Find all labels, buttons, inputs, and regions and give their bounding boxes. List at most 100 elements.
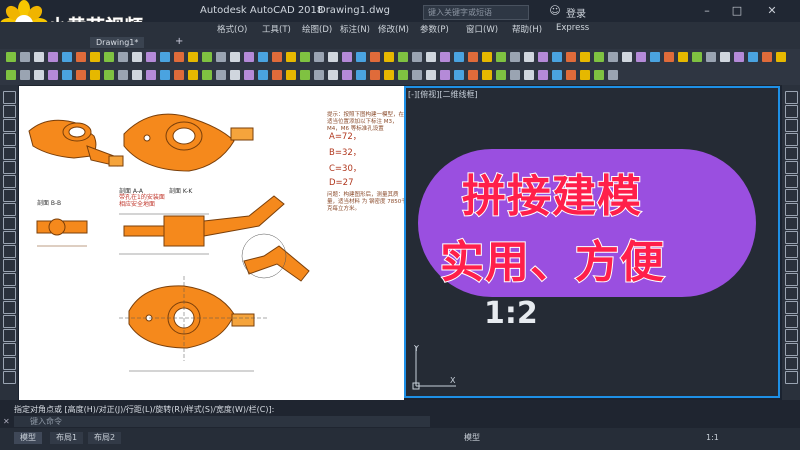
- toolbar-tool-icon[interactable]: [482, 52, 492, 62]
- toolbar-tool-icon[interactable]: [258, 52, 268, 62]
- user-icon[interactable]: ☺: [548, 4, 562, 18]
- menu-format[interactable]: 格式(O): [217, 23, 247, 35]
- toolbar-tool-icon[interactable]: [76, 70, 86, 80]
- toolbar-tool-icon[interactable]: [132, 52, 142, 62]
- menu-tools[interactable]: 工具(T): [262, 23, 291, 35]
- toolbar-tool-icon[interactable]: [118, 52, 128, 62]
- toolbar-tool-icon[interactable]: [314, 52, 324, 62]
- toolbar-tool-icon[interactable]: [202, 70, 212, 80]
- toolbar-tool-icon[interactable]: [510, 52, 520, 62]
- toolbar-tool-icon[interactable]: [412, 70, 422, 80]
- toolbar-tool-icon[interactable]: [328, 70, 338, 80]
- toolbar-tool-icon[interactable]: [188, 52, 198, 62]
- toolbar-tool-icon[interactable]: [230, 70, 240, 80]
- toolbar-tool-icon[interactable]: [356, 70, 366, 80]
- toolbar-tool-icon[interactable]: [538, 70, 548, 80]
- login-button[interactable]: 登录: [566, 5, 586, 20]
- toolbar-tool-icon[interactable]: [762, 52, 772, 62]
- draw-tool-icon[interactable]: [785, 91, 798, 104]
- draw-tool-icon[interactable]: [785, 357, 798, 370]
- toolbar-tool-icon[interactable]: [230, 52, 240, 62]
- toolbar-tool-icon[interactable]: [286, 52, 296, 62]
- draw-tool-icon[interactable]: [785, 315, 798, 328]
- toolbar-tool-icon[interactable]: [706, 52, 716, 62]
- command-input[interactable]: 键入命令: [14, 416, 430, 427]
- model-space-button[interactable]: 模型: [458, 432, 486, 444]
- toolbar-tool-icon[interactable]: [678, 52, 688, 62]
- toolbar-tool-icon[interactable]: [76, 52, 86, 62]
- toolbar-tool-icon[interactable]: [496, 52, 506, 62]
- toolbar-tool-icon[interactable]: [454, 70, 464, 80]
- toolbar-tool-icon[interactable]: [342, 70, 352, 80]
- toolbar-tool-icon[interactable]: [538, 52, 548, 62]
- draw-tool-icon[interactable]: [3, 175, 16, 188]
- close-icon[interactable]: ✕: [765, 4, 779, 18]
- draw-tool-icon[interactable]: [785, 301, 798, 314]
- draw-tool-icon[interactable]: [3, 329, 16, 342]
- draw-tool-icon[interactable]: [3, 315, 16, 328]
- toolbar-tool-icon[interactable]: [146, 70, 156, 80]
- toolbar-tool-icon[interactable]: [286, 70, 296, 80]
- draw-tool-icon[interactable]: [3, 217, 16, 230]
- toolbar-tool-icon[interactable]: [608, 52, 618, 62]
- toolbar-tool-icon[interactable]: [356, 52, 366, 62]
- draw-tool-icon[interactable]: [785, 119, 798, 132]
- toolbar-tool-icon[interactable]: [524, 70, 534, 80]
- draw-tool-icon[interactable]: [3, 119, 16, 132]
- toolbar-tool-icon[interactable]: [552, 52, 562, 62]
- draw-tool-icon[interactable]: [3, 105, 16, 118]
- toolbar-tool-icon[interactable]: [20, 52, 30, 62]
- toolbar-tool-icon[interactable]: [510, 70, 520, 80]
- toolbar-tool-icon[interactable]: [258, 70, 268, 80]
- draw-tool-icon[interactable]: [785, 259, 798, 272]
- toolbar-tool-icon[interactable]: [272, 70, 282, 80]
- toolbar-tool-icon[interactable]: [468, 70, 478, 80]
- draw-tool-icon[interactable]: [785, 105, 798, 118]
- toolbar-tool-icon[interactable]: [272, 52, 282, 62]
- toolbar-tool-icon[interactable]: [440, 52, 450, 62]
- draw-tool-icon[interactable]: [785, 161, 798, 174]
- draw-tool-icon[interactable]: [785, 273, 798, 286]
- toolbar-tool-icon[interactable]: [6, 70, 16, 80]
- annotation-scale[interactable]: 1:1: [700, 432, 725, 444]
- toolbar-tool-icon[interactable]: [104, 70, 114, 80]
- toolbar-tool-icon[interactable]: [342, 52, 352, 62]
- toolbar-tool-icon[interactable]: [426, 52, 436, 62]
- toolbar-tool-icon[interactable]: [174, 70, 184, 80]
- maximize-icon[interactable]: □: [730, 4, 744, 18]
- toolbar-tool-icon[interactable]: [580, 70, 590, 80]
- toolbar-tool-icon[interactable]: [244, 70, 254, 80]
- draw-tool-icon[interactable]: [3, 357, 16, 370]
- toolbar-tool-icon[interactable]: [370, 70, 380, 80]
- draw-tool-icon[interactable]: [3, 301, 16, 314]
- toolbar-tool-icon[interactable]: [776, 52, 786, 62]
- draw-tool-icon[interactable]: [785, 189, 798, 202]
- toolbar-tool-icon[interactable]: [62, 70, 72, 80]
- search-input[interactable]: 键入关键字或短语: [423, 5, 529, 20]
- toolbar-tool-icon[interactable]: [62, 52, 72, 62]
- toolbar-tool-icon[interactable]: [34, 70, 44, 80]
- viewport-label[interactable]: [-][俯视][二维线框]: [408, 89, 478, 100]
- toolbar-tool-icon[interactable]: [594, 52, 604, 62]
- menu-help[interactable]: 帮助(H): [512, 23, 542, 35]
- toolbar-tool-icon[interactable]: [496, 70, 506, 80]
- draw-tool-icon[interactable]: [785, 203, 798, 216]
- toolbar-tool-icon[interactable]: [300, 70, 310, 80]
- toolbar-tool-icon[interactable]: [552, 70, 562, 80]
- draw-tool-icon[interactable]: [3, 161, 16, 174]
- new-tab-icon[interactable]: +: [175, 36, 183, 47]
- tab-drawing1[interactable]: Drawing1*: [90, 37, 145, 48]
- layout-tab-model[interactable]: 模型: [14, 432, 42, 444]
- draw-tool-icon[interactable]: [785, 245, 798, 258]
- toolbar-tool-icon[interactable]: [132, 70, 142, 80]
- toolbar-tool-icon[interactable]: [566, 52, 576, 62]
- toolbar-tool-icon[interactable]: [482, 70, 492, 80]
- toolbar-tool-icon[interactable]: [174, 52, 184, 62]
- toolbar-tool-icon[interactable]: [104, 52, 114, 62]
- draw-tool-icon[interactable]: [3, 273, 16, 286]
- toolbar-tool-icon[interactable]: [664, 52, 674, 62]
- menu-window[interactable]: 窗口(W): [466, 23, 498, 35]
- minimize-icon[interactable]: –: [700, 4, 714, 18]
- draw-tool-icon[interactable]: [785, 329, 798, 342]
- draw-tool-icon[interactable]: [785, 217, 798, 230]
